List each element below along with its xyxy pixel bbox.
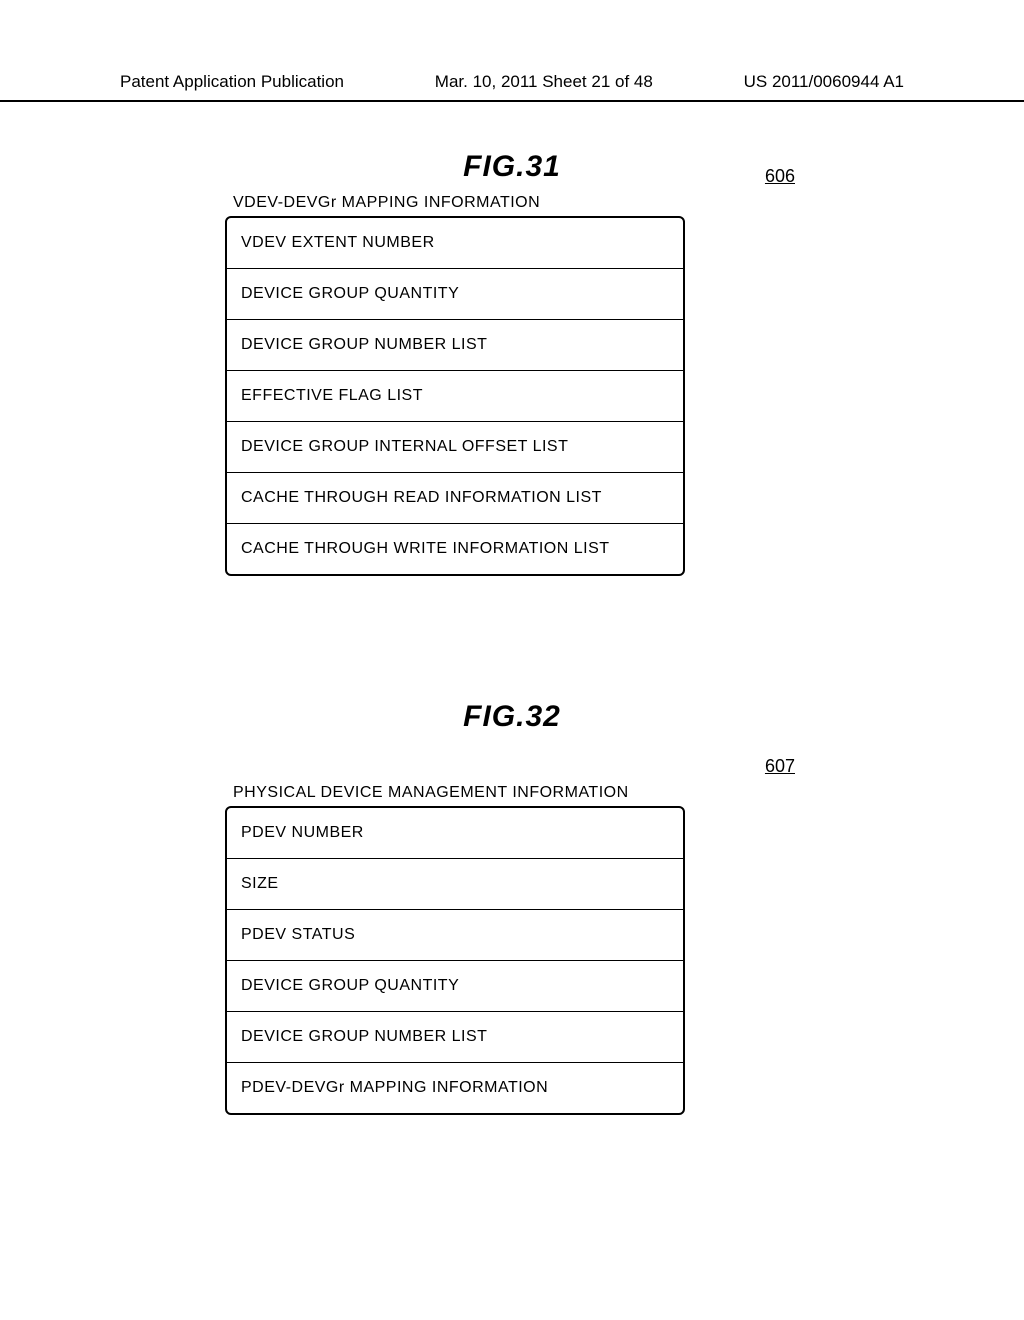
header-left: Patent Application Publication <box>120 72 344 92</box>
row-label: DEVICE GROUP QUANTITY <box>241 977 459 994</box>
table-row: DEVICE GROUP QUANTITY 1202 <box>227 269 683 320</box>
table-row: DEVICE GROUP INTERNAL OFFSET LIST 1205 <box>227 422 683 473</box>
table-row: SIZE 1302 <box>227 859 683 910</box>
row-label: SIZE <box>241 875 279 892</box>
row-label: PDEV NUMBER <box>241 824 364 841</box>
row-label: DEVICE GROUP QUANTITY <box>241 285 459 302</box>
figure-31-title: FIG.31 <box>0 150 1024 184</box>
table-row: DEVICE GROUP NUMBER LIST 1305 <box>227 1012 683 1063</box>
row-label: EFFECTIVE FLAG LIST <box>241 387 423 404</box>
table-row: DEVICE GROUP NUMBER LIST 1203 <box>227 320 683 371</box>
row-label: DEVICE GROUP INTERNAL OFFSET LIST <box>241 438 568 455</box>
row-label: CACHE THROUGH WRITE INFORMATION LIST <box>241 540 610 557</box>
row-label: DEVICE GROUP NUMBER LIST <box>241 336 487 353</box>
fig32-table-block: 607 PHYSICAL DEVICE MANAGEMENT INFORMATI… <box>225 784 685 1115</box>
fig32-topnum: 607 <box>765 756 795 777</box>
table-row: VDEV EXTENT NUMBER 1201 <box>227 218 683 269</box>
fig31-table: VDEV EXTENT NUMBER 1201 DEVICE GROUP QUA… <box>225 216 685 576</box>
table-row: EFFECTIVE FLAG LIST 1204 <box>227 371 683 422</box>
page-header: Patent Application Publication Mar. 10, … <box>0 72 1024 102</box>
table-row: PDEV NUMBER 1301 <box>227 808 683 859</box>
header-center: Mar. 10, 2011 Sheet 21 of 48 <box>435 72 653 92</box>
row-label: CACHE THROUGH READ INFORMATION LIST <box>241 489 602 506</box>
row-label: DEVICE GROUP NUMBER LIST <box>241 1028 487 1045</box>
table-row: CACHE THROUGH READ INFORMATION LIST 1206 <box>227 473 683 524</box>
table-row: PDEV STATUS 1303 <box>227 910 683 961</box>
table-row: CACHE THROUGH WRITE INFORMATION LIST 120… <box>227 524 683 574</box>
fig31-table-block: 606 VDEV-DEVGr MAPPING INFORMATION VDEV … <box>225 194 685 576</box>
figure-32: FIG.32 607 PHYSICAL DEVICE MANAGEMENT IN… <box>0 700 1024 1115</box>
figure-31: FIG.31 606 VDEV-DEVGr MAPPING INFORMATIO… <box>0 150 1024 576</box>
fig32-caption: PHYSICAL DEVICE MANAGEMENT INFORMATION <box>233 784 685 802</box>
row-label: PDEV-DEVGr MAPPING INFORMATION <box>241 1079 548 1096</box>
fig31-caption: VDEV-DEVGr MAPPING INFORMATION <box>233 194 685 212</box>
fig31-topnum: 606 <box>765 166 795 187</box>
figure-32-title: FIG.32 <box>0 700 1024 734</box>
table-row: DEVICE GROUP QUANTITY 1304 <box>227 961 683 1012</box>
row-label: VDEV EXTENT NUMBER <box>241 234 435 251</box>
table-row: PDEV-DEVGr MAPPING INFORMATION 1306 <box>227 1063 683 1113</box>
header-right: US 2011/0060944 A1 <box>744 72 904 92</box>
fig32-table: PDEV NUMBER 1301 SIZE 1302 PDEV STATUS 1… <box>225 806 685 1115</box>
row-label: PDEV STATUS <box>241 926 355 943</box>
